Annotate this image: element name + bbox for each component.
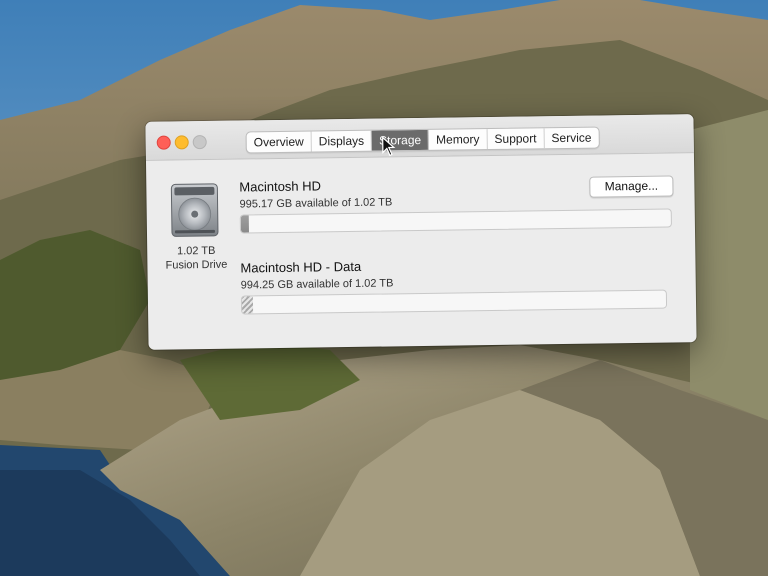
close-button[interactable] [156, 135, 171, 150]
volume-name-macintosh-hd-data: Macintosh HD - Data [240, 258, 362, 276]
hard-drive-icon [170, 183, 219, 237]
tab-service[interactable]: Service [544, 128, 598, 149]
storage-usage-fill [240, 215, 249, 233]
disk-type: Fusion Drive [165, 258, 228, 272]
tab-bar: Overview Displays Storage Memory Support… [245, 126, 600, 154]
storage-panel: 1.02 TB Fusion Drive Macintosh HD 995.17… [146, 152, 697, 350]
minimize-button[interactable] [174, 135, 189, 150]
disk-capacity: 1.02 TB [176, 244, 216, 258]
tab-storage[interactable]: Storage [371, 129, 430, 151]
manage-button[interactable]: Manage... [589, 175, 674, 198]
zoom-button[interactable] [192, 134, 207, 150]
volume-availability-macintosh-hd-data: 994.25 GB available of 1.02 TB [240, 277, 394, 292]
tab-memory[interactable]: Memory [428, 129, 488, 150]
tab-overview[interactable]: Overview [246, 131, 312, 153]
mouse-pointer-icon [382, 136, 396, 157]
storage-usage-bar-macintosh-hd [239, 208, 672, 234]
storage-usage-fill [241, 296, 253, 314]
tab-support[interactable]: Support [487, 128, 545, 150]
tab-displays[interactable]: Displays [311, 130, 373, 152]
storage-usage-bar-macintosh-hd-data [240, 289, 668, 315]
volume-name-macintosh-hd: Macintosh HD [239, 178, 322, 195]
about-this-mac-window: Overview Displays Storage Memory Support… [145, 114, 697, 350]
volume-availability-macintosh-hd: 995.17 GB available of 1.02 TB [239, 196, 393, 211]
